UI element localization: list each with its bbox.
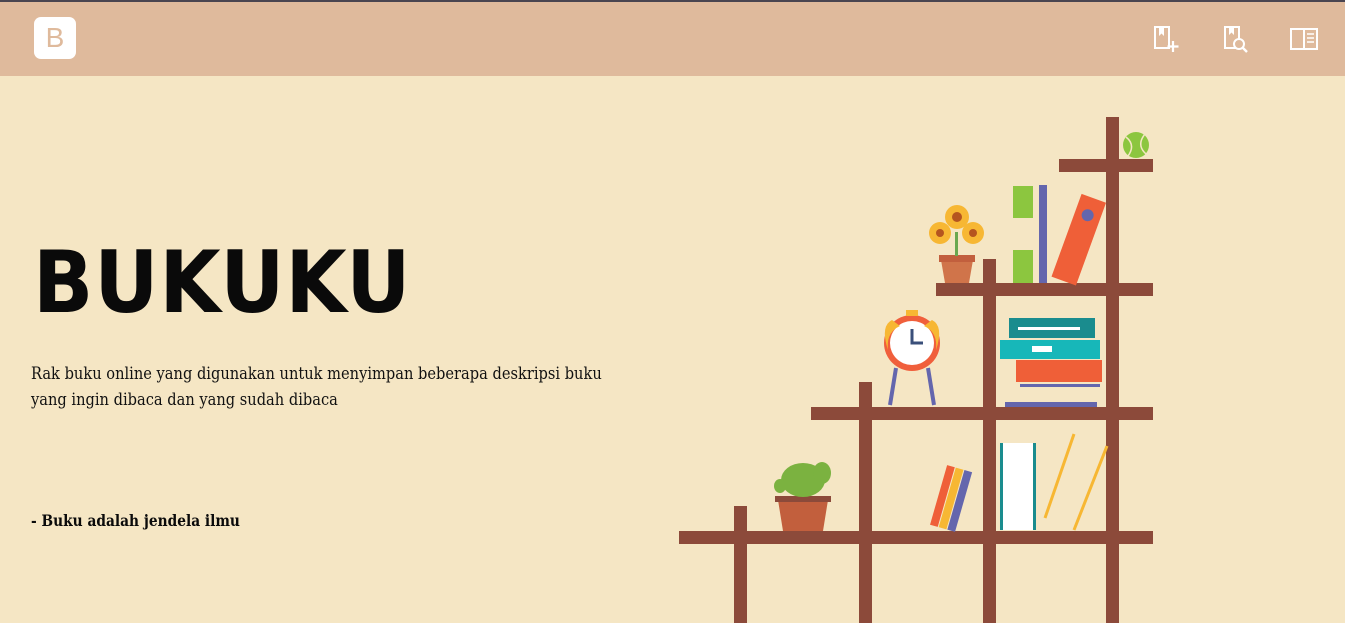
hero-description: Rak buku online yang digunakan untuk men… bbox=[31, 364, 602, 410]
bookshelf-illustration bbox=[679, 117, 1153, 623]
book-search-icon[interactable] bbox=[1221, 24, 1251, 54]
brand-logo[interactable]: B bbox=[34, 17, 76, 59]
hero-title: BUKUKU bbox=[33, 233, 412, 333]
bookmark-add-icon[interactable] bbox=[1151, 24, 1181, 54]
hero-quote: - Buku adalah jendela ilmu bbox=[31, 511, 240, 530]
navbar: B bbox=[0, 0, 1345, 76]
sidebar-panel-icon[interactable] bbox=[1289, 24, 1319, 54]
